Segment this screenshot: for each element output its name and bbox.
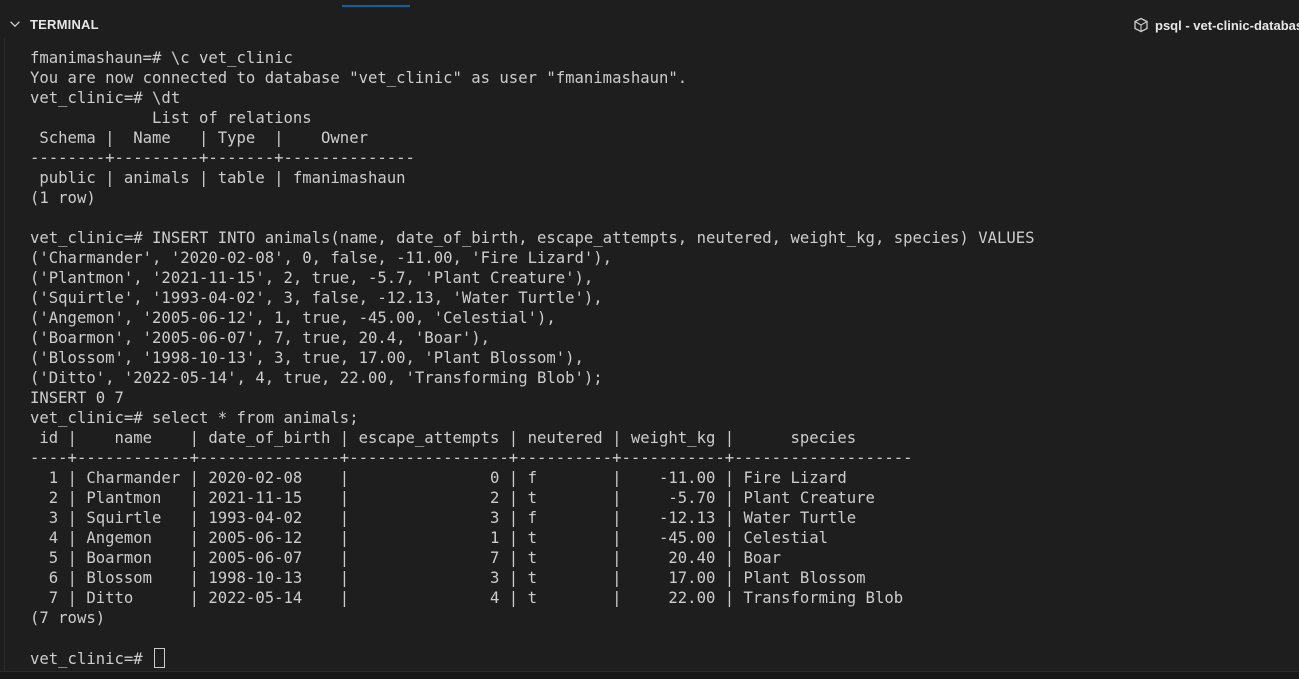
- terminal-line: --------+---------+-------+-------------…: [30, 149, 415, 167]
- terminal-line: (7 rows): [30, 609, 106, 627]
- chevron-down-icon[interactable]: [8, 17, 22, 31]
- terminal-line: 6 | Blossom | 1998-10-13 | 3 | t | 17.00…: [30, 569, 866, 587]
- editor-top-strip: [0, 0, 1299, 10]
- terminal-tab[interactable]: psql - vet-clinic-database: [1133, 16, 1299, 34]
- terminal-panel-header: TERMINAL psql - vet-clinic-database: [0, 11, 1299, 38]
- terminal-line: Schema | Name | Type | Owner: [30, 129, 368, 147]
- terminal-line: ('Boarmon', '2005-06-07', 7, true, 20.4,…: [30, 329, 491, 347]
- terminal-line: You are now connected to database "vet_c…: [30, 69, 688, 87]
- terminal-lines: fmanimashaun=# \c vet_clinic You are now …: [30, 48, 1035, 668]
- terminal-line: ('Plantmon', '2021-11-15', 2, true, -5.7…: [30, 269, 594, 287]
- terminal-line: vet_clinic=# \dt: [30, 89, 181, 107]
- terminal-line: ('Blossom', '1998-10-13', 3, true, 17.00…: [30, 349, 584, 367]
- terminal-prompt-line[interactable]: vet_clinic=#: [30, 648, 1035, 668]
- terminal-line: ('Charmander', '2020-02-08', 0, false, -…: [30, 249, 613, 267]
- terminal-line: ('Squirtle', '1993-04-02', 3, false, -12…: [30, 289, 603, 307]
- terminal-output[interactable]: fmanimashaun=# \c vet_clinic You are now …: [4, 38, 1296, 671]
- terminal-line: fmanimashaun=# \c vet_clinic: [30, 49, 293, 67]
- terminal-cube-icon: [1134, 17, 1148, 33]
- terminal-line: 2 | Plantmon | 2021-11-15 | 2 | t | -5.7…: [30, 489, 875, 507]
- terminal-line: ('Angemon', '2005-06-12', 1, true, -45.0…: [30, 309, 556, 327]
- terminal-line: (1 row): [30, 189, 96, 207]
- terminal-panel-title[interactable]: TERMINAL: [30, 17, 99, 32]
- terminal-line: ('Ditto', '2022-05-14', 4, true, 22.00, …: [30, 369, 603, 387]
- terminal-line: 3 | Squirtle | 1993-04-02 | 3 | f | -12.…: [30, 509, 857, 527]
- terminal-line: 4 | Angemon | 2005-06-12 | 1 | t | -45.0…: [30, 529, 828, 547]
- terminal-line: List of relations: [30, 109, 312, 127]
- terminal-line: 7 | Ditto | 2022-05-14 | 4 | t | 22.00 |…: [30, 589, 904, 607]
- terminal-line: vet_clinic=# INSERT INTO animals(name, d…: [30, 229, 1035, 247]
- terminal-cursor: [154, 648, 166, 668]
- status-bar: [0, 671, 1299, 679]
- terminal-line: id | name | date_of_birth | escape_attem…: [30, 429, 857, 447]
- terminal-line: vet_clinic=# select * from animals;: [30, 409, 359, 427]
- terminal-prompt: vet_clinic=#: [30, 650, 153, 668]
- active-tab-indicator: [342, 5, 410, 7]
- terminal-line: 1 | Charmander | 2020-02-08 | 0 | f | -1…: [30, 469, 847, 487]
- terminal-line: INSERT 0 7: [30, 389, 124, 407]
- terminal-line: 5 | Boarmon | 2005-06-07 | 7 | t | 20.40…: [30, 549, 782, 567]
- terminal-tab-label: psql - vet-clinic-database: [1155, 17, 1299, 33]
- terminal-line: public | animals | table | fmanimashaun: [30, 169, 406, 187]
- terminal-line: ----+------------+---------------+------…: [30, 449, 913, 467]
